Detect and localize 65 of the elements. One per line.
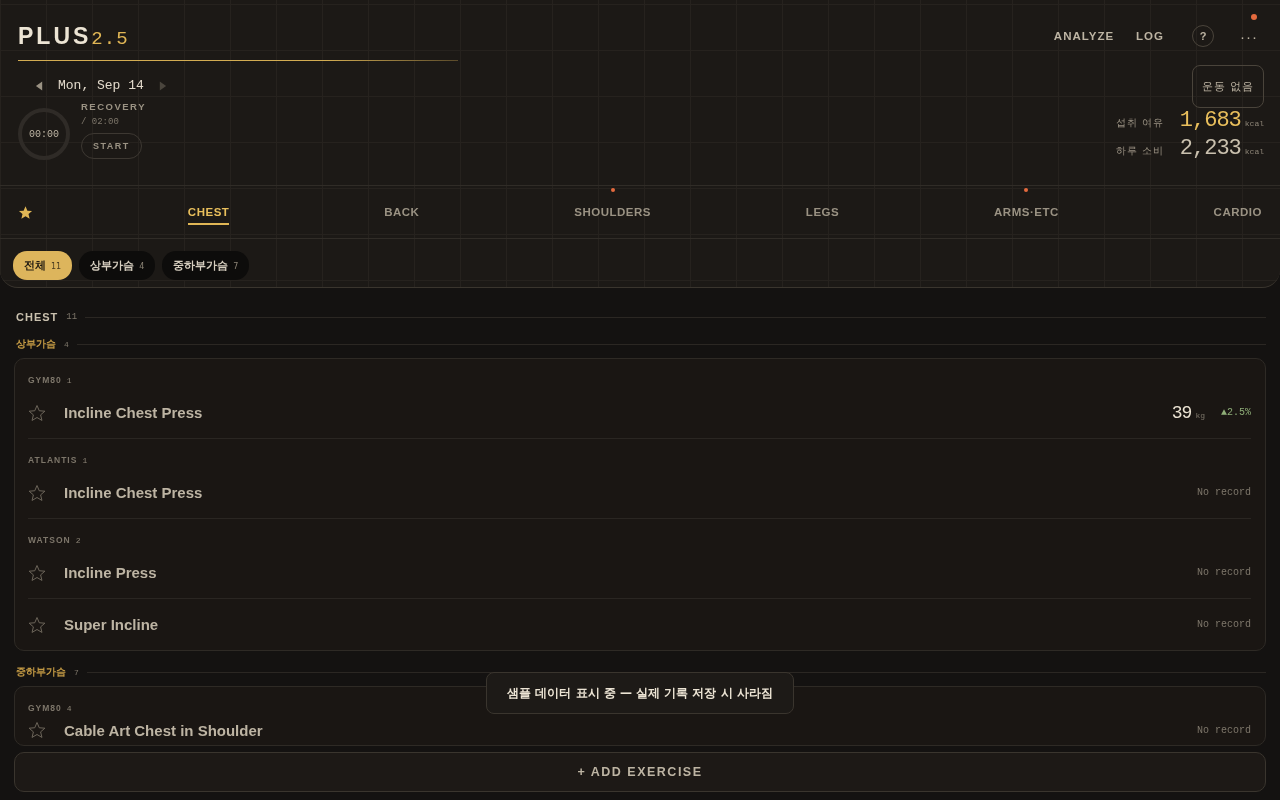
star-icon[interactable]	[28, 403, 46, 422]
app-logo: PLUS 2.5	[18, 22, 129, 50]
star-icon[interactable]	[28, 483, 46, 502]
exercise-name: Incline Press	[64, 564, 157, 581]
exercise-row[interactable]: Incline Chest Press 39 kg ▲2.5%	[28, 387, 1251, 439]
record-label: No record	[1197, 619, 1251, 630]
section-count: 11	[66, 312, 78, 322]
nav-link[interactable]: LOG	[1136, 30, 1164, 42]
category-tab[interactable]: CHEST	[187, 199, 230, 225]
calorie-label: 하루 소비	[1115, 145, 1164, 158]
record-label: No record	[1197, 487, 1251, 498]
timer-total: / 02:00	[81, 117, 119, 127]
brand-count: 1	[66, 376, 72, 385]
group-title: 중하부가슴	[16, 665, 66, 679]
brand-count: 2	[75, 536, 81, 545]
exercise-name: Super Incline	[64, 616, 159, 633]
exercise-row[interactable]: Incline Press No record	[28, 547, 1251, 599]
calorie-value: 2,233	[1179, 136, 1241, 161]
weight-value: 39	[1171, 402, 1192, 423]
timer-ring: 00:00	[18, 108, 70, 160]
star-icon[interactable]	[28, 615, 46, 634]
brand-label: GYM80	[28, 703, 62, 713]
add-exercise-button[interactable]: + ADD EXERCISE	[14, 752, 1266, 792]
record-label: No record	[1197, 724, 1251, 736]
filter-chip[interactable]: 전체 11	[13, 251, 73, 280]
timer-label: RECOVERY	[81, 101, 146, 112]
brand-label: ATLANTIS	[28, 455, 78, 465]
brand-count: 4	[66, 704, 72, 713]
exercise-row[interactable]: Cable Art Chest in Shoulder No record	[28, 715, 1251, 745]
star-icon[interactable]	[28, 721, 46, 739]
calorie-unit: kcal	[1244, 147, 1264, 156]
calorie-label: 섭취 여유	[1115, 117, 1164, 130]
category-tab[interactable]: LEGS	[805, 199, 840, 225]
nav-link[interactable]: ANALYZE	[1053, 30, 1115, 42]
next-icon[interactable]	[157, 80, 167, 91]
brand-label: WATSON	[28, 535, 71, 545]
group-count: 7	[74, 667, 79, 677]
filter-chip[interactable]: 상부가슴 4	[79, 251, 156, 280]
category-tab[interactable]: CARDIO	[1213, 199, 1262, 225]
more-button[interactable]: ···	[1236, 27, 1262, 45]
record-label: No record	[1197, 567, 1251, 578]
brand-label: GYM80	[28, 375, 62, 385]
toast-message: 샘플 데이터 표시 중 — 실제 기록 저장 시 사라짐	[486, 672, 794, 714]
previous-icon[interactable]	[35, 80, 44, 91]
calorie-value: 1,683	[1179, 108, 1241, 133]
exercise-name: Cable Art Chest in Shoulder	[64, 721, 263, 739]
weight-unit: kg	[1195, 410, 1205, 420]
group-count: 4	[64, 339, 69, 349]
exercise-name: Incline Chest Press	[64, 484, 203, 501]
brand-count: 1	[82, 456, 88, 465]
category-tab[interactable]: SHOULDERS	[574, 199, 651, 225]
exercise-name: Incline Chest Press	[64, 404, 203, 421]
category-tab[interactable]: BACK	[384, 199, 420, 225]
change-label: ▲2.5%	[1221, 407, 1251, 418]
date-label: Mon, Sep 14	[58, 78, 144, 93]
calorie-unit: kcal	[1244, 119, 1264, 128]
filter-chip[interactable]: 중하부가슴 7	[162, 251, 250, 280]
group-title: 상부가슴	[16, 337, 56, 351]
star-icon[interactable]	[18, 204, 33, 220]
star-icon[interactable]	[28, 563, 46, 582]
exercise-row[interactable]: Incline Chest Press No record	[28, 467, 1251, 519]
section-title: CHEST	[16, 311, 59, 323]
exercise-row[interactable]: Super Incline No record	[28, 599, 1251, 650]
workout-status: 운동 없음	[1191, 65, 1264, 108]
category-tab[interactable]: ARMS·ETC	[994, 199, 1059, 225]
